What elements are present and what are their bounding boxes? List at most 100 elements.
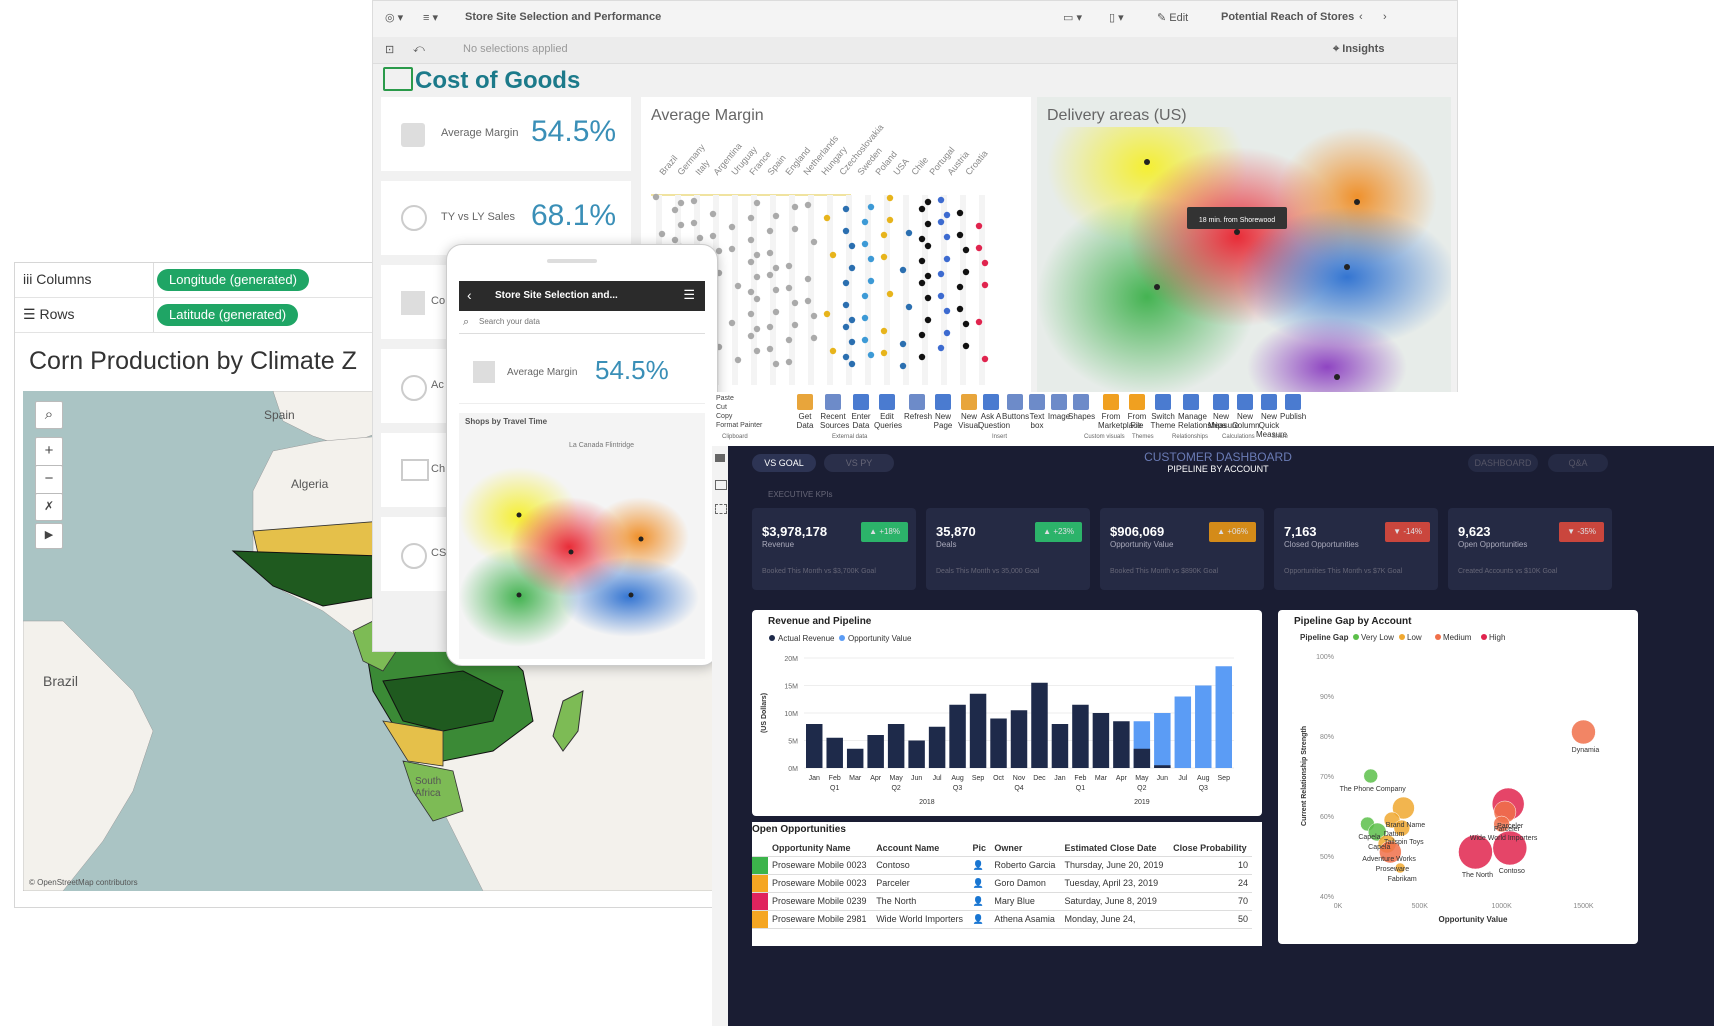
ribbon-button[interactable]: New Measure bbox=[1208, 394, 1239, 430]
menu-icon[interactable]: ≡ ▾ bbox=[423, 11, 438, 24]
dot-point bbox=[937, 344, 945, 352]
edit-button[interactable]: ✎ Edit bbox=[1157, 11, 1188, 24]
zoom-in-button[interactable]: + bbox=[35, 437, 63, 467]
reset-map-button[interactable]: ✗ bbox=[35, 493, 63, 521]
ribbon-button[interactable]: Ask A Question bbox=[978, 394, 1010, 430]
table-row[interactable]: Proseware Mobile 0023 Parceler 👤 Goro Damon… bbox=[752, 874, 1252, 893]
kpi-value: 7,163 bbox=[1284, 524, 1317, 539]
compass-icon[interactable]: ◎ ▾ bbox=[385, 11, 403, 24]
dot-point bbox=[734, 282, 742, 290]
clipboard-item[interactable]: Paste bbox=[716, 394, 762, 403]
ribbon-button[interactable]: Edit Queries bbox=[874, 394, 902, 430]
revenue-pipeline-panel[interactable]: Revenue and Pipeline Actual Revenue Oppor… bbox=[752, 610, 1262, 816]
table-row[interactable]: Proseware Mobile 0239 The North 👤 Mary Blue… bbox=[752, 892, 1252, 911]
ribbon-icon bbox=[1237, 394, 1253, 410]
mobile-search[interactable]: ⌕ bbox=[459, 313, 705, 334]
ribbon: Get Data Recent Sources Enter Data Edit Que… bbox=[712, 392, 1714, 447]
bookmark-icon[interactable]: ▯ ▾ bbox=[1109, 11, 1124, 24]
kpi-card[interactable]: $906,069 Opportunity Value ▲ +06% Booked Th… bbox=[1100, 508, 1264, 590]
insights-button[interactable]: ⌖ Insights bbox=[1333, 43, 1384, 56]
pipeline-gap-panel[interactable]: Pipeline Gap by Account Pipeline Gap Very… bbox=[1278, 610, 1638, 944]
kpi-footer: Deals This Month vs 35,000 Goal bbox=[936, 568, 1040, 575]
ribbon-button[interactable]: Enter Data bbox=[848, 394, 874, 430]
mobile-search-input[interactable] bbox=[477, 316, 681, 327]
clipboard-item[interactable]: Format Painter bbox=[716, 421, 762, 430]
ribbon-button[interactable]: Refresh bbox=[904, 394, 932, 421]
dot-point bbox=[658, 230, 666, 238]
check-icon bbox=[401, 543, 427, 569]
col-account-name[interactable]: Account Name bbox=[872, 840, 969, 857]
ribbon-button[interactable]: New Page bbox=[930, 394, 956, 430]
dot-point bbox=[810, 334, 818, 342]
ribbon-button[interactable]: Manage Relationships bbox=[1178, 394, 1226, 430]
kpi-label: Ac bbox=[431, 379, 444, 391]
back-icon[interactable]: ‹ bbox=[467, 287, 472, 303]
dot-point bbox=[937, 218, 945, 226]
kpi-label: Closed Opportunities bbox=[1284, 540, 1359, 549]
sheet-selector[interactable]: Potential Reach of Stores bbox=[1221, 11, 1354, 23]
latitude-pill[interactable]: Latitude (generated) bbox=[157, 304, 299, 326]
table-row[interactable]: Proseware Mobile 0023 Contoso 👤 Roberto Gar… bbox=[752, 856, 1252, 875]
mobile-travel-map[interactable]: Shops by Travel Time La Canada Flintridg… bbox=[459, 413, 705, 659]
col-owner[interactable]: Owner bbox=[990, 840, 1061, 857]
table-row[interactable]: Proseware Mobile 2981 Wide World Importer… bbox=[752, 910, 1252, 929]
ribbon-button[interactable]: Shapes bbox=[1068, 394, 1095, 421]
next-sheet-icon[interactable]: › bbox=[1383, 11, 1387, 23]
opportunities-panel[interactable]: Open Opportunities Opportunity Name Acco… bbox=[752, 822, 1262, 946]
ribbon-button[interactable]: Get Data bbox=[792, 394, 818, 430]
prev-sheet-icon[interactable]: ‹ bbox=[1359, 11, 1363, 23]
longitude-pill[interactable]: Longitude (generated) bbox=[157, 269, 309, 291]
dot-point bbox=[747, 310, 755, 318]
ribbon-button[interactable]: New Quick Measure bbox=[1256, 394, 1287, 439]
ribbon-button[interactable]: Recent Sources bbox=[820, 394, 849, 430]
col-pic[interactable]: Pic bbox=[968, 840, 991, 857]
tab-vs-goal[interactable]: VS GOAL bbox=[752, 454, 816, 472]
hamburger-icon[interactable]: ☰ bbox=[683, 287, 695, 303]
ribbon-icon bbox=[797, 394, 813, 410]
step-back-icon[interactable]: ⤺ bbox=[413, 43, 425, 56]
tab-qa[interactable]: Q&A bbox=[1548, 454, 1608, 472]
ribbon-icon bbox=[983, 394, 999, 410]
present-icon[interactable]: ▭ ▾ bbox=[1063, 11, 1082, 24]
report-view-icon[interactable] bbox=[715, 454, 725, 462]
col-close-probability[interactable]: Close Probability bbox=[1169, 840, 1252, 857]
dot-point bbox=[785, 262, 793, 270]
col-close-date[interactable]: Estimated Close Date bbox=[1060, 840, 1170, 857]
x-tick-label: Mar bbox=[1095, 775, 1108, 782]
ribbon-button[interactable]: From File bbox=[1124, 394, 1150, 430]
ribbon-icon bbox=[879, 394, 895, 410]
smart-search-icon[interactable]: ⊡ bbox=[385, 43, 394, 56]
model-view-icon[interactable] bbox=[715, 504, 727, 514]
col-opportunity-name[interactable]: Opportunity Name bbox=[768, 840, 873, 857]
kpi-card[interactable]: 7,163 Closed Opportunities ▼ -14% Opportuni… bbox=[1274, 508, 1438, 590]
ribbon-group-label: Themes bbox=[1132, 434, 1154, 440]
kpi-label: Revenue bbox=[762, 540, 795, 549]
data-view-icon[interactable] bbox=[715, 480, 727, 490]
kpi-icon bbox=[401, 291, 425, 315]
ribbon-button[interactable]: New Column bbox=[1232, 394, 1260, 430]
map-search-button[interactable]: ⌕ bbox=[35, 401, 63, 429]
ribbon-button[interactable]: From Marketplace bbox=[1098, 394, 1142, 430]
kpi-average-margin[interactable]: Average Margin 54.5% bbox=[381, 97, 631, 171]
cell-owner: Mary Blue bbox=[990, 892, 1061, 911]
clipboard-item[interactable]: Copy bbox=[716, 412, 762, 421]
legend-title: Pipeline Gap bbox=[1300, 633, 1349, 642]
ribbon-button[interactable]: Publish bbox=[1280, 394, 1306, 421]
delivery-areas-map[interactable]: Delivery areas (US) 18 min. from Shorewo… bbox=[1037, 97, 1451, 397]
quarter-label: Q1 bbox=[830, 785, 839, 792]
x-tick-label: Sep bbox=[1218, 775, 1231, 782]
tab-vs-py[interactable]: VS PY bbox=[824, 454, 894, 472]
ribbon-button[interactable]: Switch Theme bbox=[1150, 394, 1176, 430]
dot-point bbox=[880, 349, 888, 357]
kpi-card[interactable]: 9,623 Open Opportunities ▼ -35% Created Acc… bbox=[1448, 508, 1612, 590]
kpi-card[interactable]: $3,978,178 Revenue ▲ +18% Booked This Month… bbox=[752, 508, 916, 590]
point-label: The North bbox=[1462, 872, 1493, 879]
expand-toolbar-button[interactable]: ▶ bbox=[35, 523, 63, 549]
bar-chart-icon bbox=[383, 67, 413, 91]
clipboard-item[interactable]: Cut bbox=[716, 403, 762, 412]
mobile-kpi[interactable]: Average Margin 54.5% bbox=[459, 339, 705, 404]
zoom-out-button[interactable]: − bbox=[35, 465, 63, 495]
kpi-card[interactable]: 35,870 Deals ▲ +23% Deals This Month vs 35,… bbox=[926, 508, 1090, 590]
tab-dashboard[interactable]: DASHBOARD bbox=[1468, 454, 1538, 472]
x-tick-label: Feb bbox=[829, 775, 841, 782]
